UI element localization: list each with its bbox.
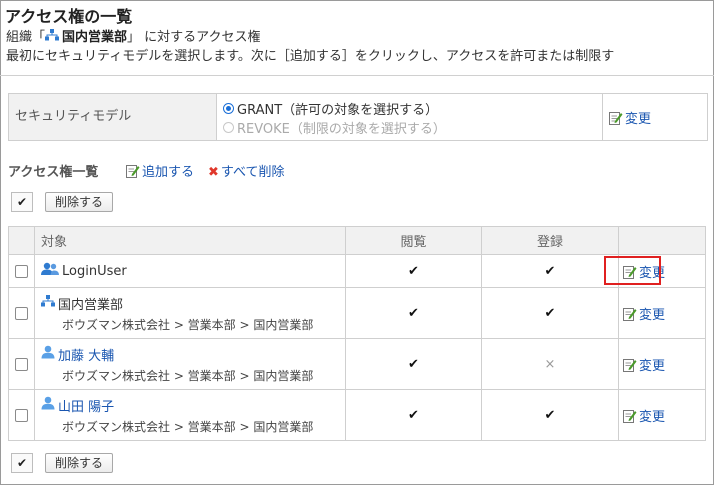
view-mark: ✔ — [408, 305, 419, 321]
edit-icon — [609, 111, 623, 125]
target-path: ボウズマン株式会社 > 営業本部 > 国内営業部 — [62, 368, 314, 383]
register-mark: ✔ — [544, 263, 556, 279]
header-register: 登録 — [481, 226, 619, 255]
delete-all-link[interactable]: ✖ すべて削除 — [208, 161, 284, 180]
acl-table: 対象 閲覧 登録 LoginUser ✔ ✔ 変更 国内営業部 ボウズマン株式会… — [8, 226, 706, 441]
row-change-label: 変更 — [639, 409, 666, 425]
acl-heading: アクセス権一覧 — [8, 165, 99, 180]
row-checkbox[interactable] — [15, 264, 28, 278]
delete-button-bottom[interactable]: 削除する — [45, 453, 114, 473]
radio-revoke-label: REVOKE（制限の対象を選択する） — [237, 122, 446, 137]
security-model-options: GRANT（許可の対象を選択する） REVOKE（制限の対象を選択する） — [218, 94, 603, 140]
header-target: 対象 — [34, 226, 346, 255]
intro-instructions: 最初にセキュリティモデルを選択します。次に［追加する］をクリックし、アクセスを許… — [6, 49, 615, 64]
view-mark: ✔ — [408, 356, 419, 372]
user-icon — [41, 345, 55, 363]
security-model-change-link[interactable]: 変更 — [609, 108, 651, 127]
add-icon — [126, 164, 140, 178]
security-model-label: セキュリティモデル — [9, 94, 217, 140]
edit-icon — [623, 409, 637, 423]
edit-icon — [623, 307, 637, 321]
header-view: 閲覧 — [345, 226, 482, 255]
user-icon — [41, 396, 55, 414]
radio-revoke-option: REVOKE（制限の対象を選択する） — [223, 118, 446, 137]
target-path: ボウズマン株式会社 > 営業本部 > 国内営業部 — [62, 317, 314, 332]
row-checkbox[interactable] — [15, 408, 28, 422]
register-mark: × — [544, 356, 556, 372]
view-mark: ✔ — [408, 263, 419, 279]
target-name: LoginUser — [62, 263, 127, 279]
row-checkbox[interactable] — [15, 306, 28, 320]
radio-grant[interactable] — [223, 103, 234, 114]
table-header-row: 対象 閲覧 登録 — [8, 226, 706, 255]
table-row: LoginUser ✔ ✔ 変更 — [8, 254, 706, 288]
table-row: 山田 陽子 ボウズマン株式会社 > 営業本部 > 国内営業部 ✔ ✔ 変更 — [8, 389, 706, 441]
radio-revoke — [223, 122, 234, 133]
divider — [0, 75, 714, 76]
delete-x-icon: ✖ — [208, 165, 219, 180]
target-name-link[interactable]: 山田 陽子 — [58, 396, 114, 415]
radio-grant-option[interactable]: GRANT（許可の対象を選択する） — [223, 99, 438, 118]
header-action — [618, 226, 706, 255]
select-all-toggle-bottom[interactable]: ✔ — [11, 453, 33, 473]
intro-text: 組織「 国内営業部」 に対するアクセス権 最初にセキュリティモデルを選択します。次… — [6, 28, 614, 66]
intro-prefix: 組織「 — [6, 30, 46, 45]
row-change-link[interactable]: 変更 — [618, 287, 706, 339]
delete-all-label: すべて削除 — [220, 165, 285, 180]
security-model-table: セキュリティモデル GRANT（許可の対象を選択する） REVOKE（制限の対象… — [8, 93, 708, 141]
row-change-link[interactable]: 変更 — [618, 338, 706, 390]
user-group-icon — [41, 262, 59, 280]
target-name: 国内営業部 — [58, 297, 124, 313]
register-mark: ✔ — [544, 407, 556, 423]
target-path: ボウズマン株式会社 > 営業本部 > 国内営業部 — [62, 419, 314, 434]
row-change-link[interactable]: 変更 — [618, 389, 706, 441]
intro-org-name: 国内営業部 — [62, 30, 128, 45]
view-mark: ✔ — [408, 407, 419, 423]
org-icon — [45, 28, 60, 47]
row-change-label: 変更 — [639, 358, 666, 374]
security-model-change-label: 変更 — [625, 112, 652, 127]
intro-suffix: 」 に対するアクセス権 — [127, 30, 261, 45]
header-checkbox-cell — [8, 226, 35, 255]
add-label: 追加する — [142, 165, 195, 180]
page-title: アクセス権の一覧 — [5, 7, 133, 26]
org-icon — [41, 295, 55, 311]
table-row: 加藤 大輔 ボウズマン株式会社 > 営業本部 > 国内営業部 ✔ × 変更 — [8, 338, 706, 390]
edit-icon — [623, 358, 637, 372]
register-mark: ✔ — [544, 305, 556, 321]
highlight-box — [604, 256, 661, 285]
row-change-label: 変更 — [639, 307, 666, 323]
select-all-toggle-top[interactable]: ✔ — [11, 192, 33, 212]
row-checkbox[interactable] — [15, 357, 28, 371]
add-link[interactable]: 追加する — [126, 161, 194, 180]
target-name-link[interactable]: 加藤 大輔 — [58, 345, 114, 364]
table-row: 国内営業部 ボウズマン株式会社 > 営業本部 > 国内営業部 ✔ ✔ 変更 — [8, 287, 706, 339]
radio-grant-label: GRANT（許可の対象を選択する） — [237, 103, 439, 118]
delete-button-top[interactable]: 削除する — [45, 192, 114, 212]
